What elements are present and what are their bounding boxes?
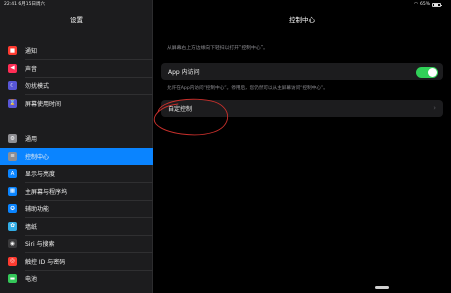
sidebar-item-label: 勿扰模式 (25, 83, 50, 91)
flower-icon: ✿ (8, 221, 17, 231)
battery-indicator-icon (432, 2, 442, 7)
sidebar-item-do-not-disturb[interactable]: ☾ 勿扰模式 (0, 77, 153, 95)
chevron-right-icon: › (433, 104, 436, 112)
brightness-icon: A (8, 169, 17, 179)
app-access-footnote: 允许在App内访问“控制中心”。停用后，您仍然可以从主屏幕访问“控制中心”。 (167, 86, 328, 91)
sidebar-item-siri-search[interactable]: ◉ Siri 与搜索 (0, 235, 153, 253)
battery-percent: 65% (419, 2, 430, 7)
sidebar-group-2: ⚙ 通用 ≡ 控制中心 A 显示与亮度 ▦ 主屏幕与程序坞 ✪ 辅助功能 ✿ 墙… (0, 130, 153, 288)
customize-controls-label: 自定控制 (168, 106, 193, 113)
sidebar-item-notifications[interactable]: ■ 通知 (0, 42, 153, 60)
sidebar-item-control-center[interactable]: ≡ 控制中心 (0, 147, 153, 165)
customize-controls-card: 自定控制 › (161, 100, 443, 117)
sidebar-item-accessibility[interactable]: ✪ 辅助功能 (0, 200, 153, 218)
sidebar-item-label: 屏幕使用时间 (25, 100, 62, 108)
sidebar-item-label: Siri 与搜索 (25, 241, 55, 249)
sidebar-item-home-screen-dock[interactable]: ▦ 主屏幕与程序坞 (0, 183, 153, 200)
battery-icon: ▬ (8, 274, 17, 284)
siri-icon: ◉ (8, 239, 17, 249)
sidebar-item-general[interactable]: ⚙ 通用 (0, 130, 153, 148)
app-access-row: App 内访问 (161, 63, 443, 80)
hourglass-icon: ⌛ (8, 98, 17, 108)
sidebar-item-label: 控制中心 (25, 153, 50, 161)
sidebar-item-label: 墙纸 (25, 223, 38, 231)
settings-sidebar: 设置 ■ 通知 ◀ 声音 ☾ 勿扰模式 ⌛ 屏幕使用时间 ⚙ 通用 ≡ 控制中心… (0, 0, 153, 293)
status-time-date: 22:41 6月15日周六 (4, 2, 45, 7)
sidebar-item-sounds[interactable]: ◀ 声音 (0, 60, 153, 77)
gear-icon: ⚙ (8, 134, 17, 144)
page-title: 控制中心 (289, 16, 315, 24)
battery-fill (433, 4, 439, 6)
fingerprint-icon: ◎ (8, 256, 17, 266)
sidebar-item-touch-id-passcode[interactable]: ◎ 触控 ID 与密码 (0, 253, 153, 270)
sidebar-group-1: ■ 通知 ◀ 声音 ☾ 勿扰模式 ⌛ 屏幕使用时间 (0, 42, 153, 112)
moon-icon: ☾ (8, 81, 17, 91)
ipad-screen: 设置 ■ 通知 ◀ 声音 ☾ 勿扰模式 ⌛ 屏幕使用时间 ⚙ 通用 ≡ 控制中心… (0, 0, 451, 293)
wifi-icon: ◠ (414, 2, 418, 7)
sidebar-item-screen-time[interactable]: ⌛ 屏幕使用时间 (0, 95, 153, 113)
app-access-label: App 内访问 (168, 69, 200, 76)
swipe-hint-text: 从屏幕右上方边缘向下轻扫以打开“控制中心”。 (167, 46, 268, 51)
home-grid-icon: ▦ (8, 186, 17, 196)
sidebar-item-label: 通用 (25, 136, 38, 144)
sidebar-item-display-brightness[interactable]: A 显示与亮度 (0, 165, 153, 183)
sidebar-item-label: 显示与亮度 (25, 171, 56, 179)
accessibility-icon: ✪ (8, 204, 17, 214)
speaker-icon: ◀ (8, 63, 17, 73)
home-indicator (375, 286, 389, 289)
sidebar-item-label: 电池 (25, 276, 38, 284)
switches-icon: ≡ (8, 151, 17, 161)
app-access-card: App 内访问 (161, 63, 443, 80)
sidebar-item-label: 触控 ID 与密码 (25, 258, 66, 266)
customize-controls-row[interactable]: 自定控制 › (161, 100, 443, 117)
sidebar-item-label: 辅助功能 (25, 206, 50, 214)
sidebar-item-label: 声音 (25, 65, 38, 73)
status-right: ◠ 65% (414, 0, 442, 9)
sidebar-item-label: 通知 (25, 48, 38, 56)
sidebar-item-wallpaper[interactable]: ✿ 墙纸 (0, 218, 153, 235)
detail-pane: 控制中心 从屏幕右上方边缘向下轻扫以打开“控制中心”。 App 内访问 允许在A… (153, 0, 451, 293)
sidebar-title: 设置 (70, 16, 83, 24)
status-bar: 22:41 6月15日周六 ◠ 65% (0, 0, 451, 9)
sidebar-item-label: 主屏幕与程序坞 (25, 188, 68, 196)
toggle-knob (428, 67, 437, 77)
bell-icon: ■ (8, 46, 17, 56)
app-access-toggle[interactable] (416, 66, 438, 78)
sidebar-item-battery[interactable]: ▬ 电池 (0, 270, 153, 288)
